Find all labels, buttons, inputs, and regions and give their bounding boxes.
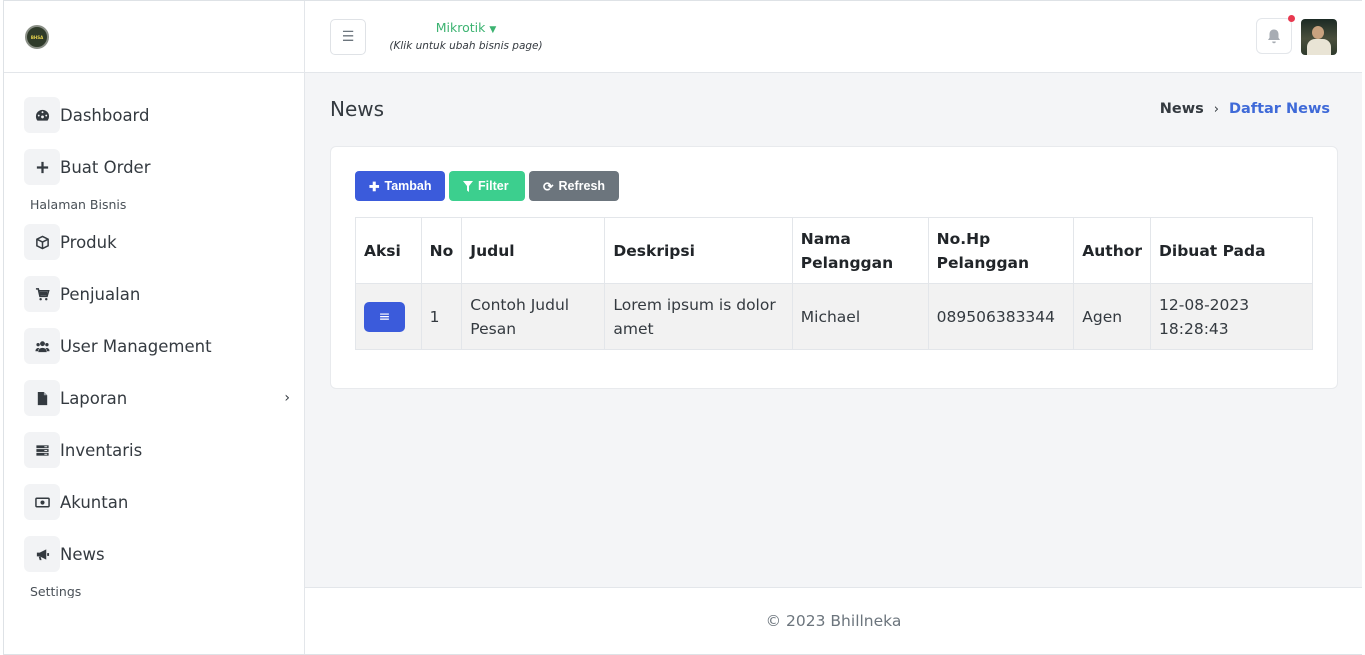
news-table: Aksi No Judul Deskripsi Nama Pelanggan N… [355,217,1313,350]
notification-button[interactable] [1256,18,1292,54]
main-content: News News › Daftar News ✚ Tambah Filter … [305,73,1362,587]
news-card: ✚ Tambah Filter ⟳ Refresh Aksi No Judul … [330,146,1338,389]
column-header[interactable]: No [420,217,463,284]
section-label-halaman-bisnis: Halaman Bisnis [30,197,127,212]
refresh-button[interactable]: ⟳ Refresh [529,171,619,201]
toolbar: ✚ Tambah Filter ⟳ Refresh [355,171,619,201]
sidebar-item-label: Dashboard [60,105,150,125]
plus-icon [24,149,60,185]
add-button[interactable]: ✚ Tambah [355,171,445,201]
sidebar-item-label: User Management [60,336,212,356]
server-icon [24,432,60,468]
cell-deskripsi: Lorem ipsum is dolor amet [604,283,793,350]
sidebar-item-label: Penjualan [60,284,141,304]
sidebar-item-user-management[interactable]: User Management [24,328,294,364]
sidebar-item-produk[interactable]: Produk [24,224,294,260]
sidebar-item-label: News [60,544,105,564]
sidebar-item-news[interactable]: News [24,536,294,572]
sidebar-item-akuntan[interactable]: Akuntan [24,484,294,520]
megaphone-icon [24,536,60,572]
cart-icon [24,276,60,312]
business-hint: (Klik untuk ubah bisnis page) [389,40,543,52]
box-icon [24,224,60,260]
sidebar-item-inventaris[interactable]: Inventaris [24,432,294,468]
gauge-icon [24,97,60,133]
file-icon [24,380,60,416]
notification-dot [1288,15,1295,22]
filter-icon [463,180,473,192]
row-action-button[interactable]: ≡ [364,301,405,332]
brand-logo[interactable]: BHSA [25,25,49,49]
refresh-button-label: Refresh [558,179,606,193]
sidebar-item-laporan[interactable]: Laporan › [24,380,294,416]
section-label-settings: Settings [30,584,82,598]
cell-nama-pelanggan: Michael [791,283,929,350]
bell-icon [1268,29,1280,43]
users-icon [24,328,60,364]
chevron-right-icon: › [284,390,290,406]
breadcrumb-current: Daftar News [1228,101,1330,117]
chevron-right-icon: › [1213,101,1219,117]
breadcrumb-home[interactable]: News [1160,101,1204,117]
money-icon [24,484,60,520]
business-switcher[interactable]: Mikrotik ▼ (Klik untuk ubah bisnis page) [386,20,546,52]
filter-button-label: Filter [478,179,509,193]
breadcrumb: News › Daftar News [1160,101,1330,117]
column-header[interactable]: Deskripsi [604,217,793,284]
table-header-row: Aksi No Judul Deskripsi Nama Pelanggan N… [355,217,1313,284]
sidebar-brand: BHSA [4,1,304,73]
sidebar-item-label: Produk [60,232,117,252]
sidebar-item-label: Akuntan [60,492,129,512]
sidebar-item-penjualan[interactable]: Penjualan [24,276,294,312]
menu-icon: ≡ [378,308,391,325]
cell-judul: Contoh Judul Pesan [461,283,606,350]
sidebar-item-label: Laporan [60,388,128,408]
top-bar: ☰ Mikrotik ▼ (Klik untuk ubah bisnis pag… [305,1,1362,73]
column-header[interactable]: Dibuat Pada [1150,217,1313,284]
action-cell: ≡ [355,283,422,350]
table-row: ≡ 1 Contoh Judul Pesan Lorem ipsum is do… [355,283,1313,350]
cell-no: 1 [420,283,463,350]
cell-author: Agen [1073,283,1152,350]
column-header[interactable]: Judul [461,217,606,284]
footer-copyright: © 2023 Bhillneka [765,612,902,630]
sidebar: BHSA Dashboard Buat Order Halaman Bisnis [4,1,305,654]
filter-button[interactable]: Filter [449,171,525,201]
sidebar-item-label: Buat Order [60,157,151,177]
user-avatar[interactable] [1301,19,1337,55]
cell-dibuat-pada: 12-08-2023 18:28:43 [1150,283,1313,350]
column-header[interactable]: Nama Pelanggan [791,217,929,284]
footer: © 2023 Bhillneka [305,587,1362,654]
column-header[interactable]: Aksi [355,217,422,284]
cell-no-hp: 089506383344 [927,283,1075,350]
sidebar-item-buat-order[interactable]: Buat Order [24,149,294,185]
plus-icon: ✚ [369,179,380,194]
column-header[interactable]: No.Hp Pelanggan [927,217,1075,284]
app-frame: BHSA Dashboard Buat Order Halaman Bisnis [3,0,1362,655]
sidebar-item-dashboard[interactable]: Dashboard [24,97,294,133]
add-button-label: Tambah [384,179,432,193]
sidebar-item-label: Inventaris [60,440,143,460]
logo-text: BHSA [30,34,44,40]
hamburger-icon: ☰ [341,29,355,45]
page-title: News [330,97,385,121]
menu-toggle-button[interactable]: ☰ [330,19,366,55]
caret-down-icon: ▼ [489,25,497,35]
business-name[interactable]: Mikrotik ▼ [386,20,546,35]
column-header[interactable]: Author [1073,217,1152,284]
refresh-icon: ⟳ [543,179,554,194]
